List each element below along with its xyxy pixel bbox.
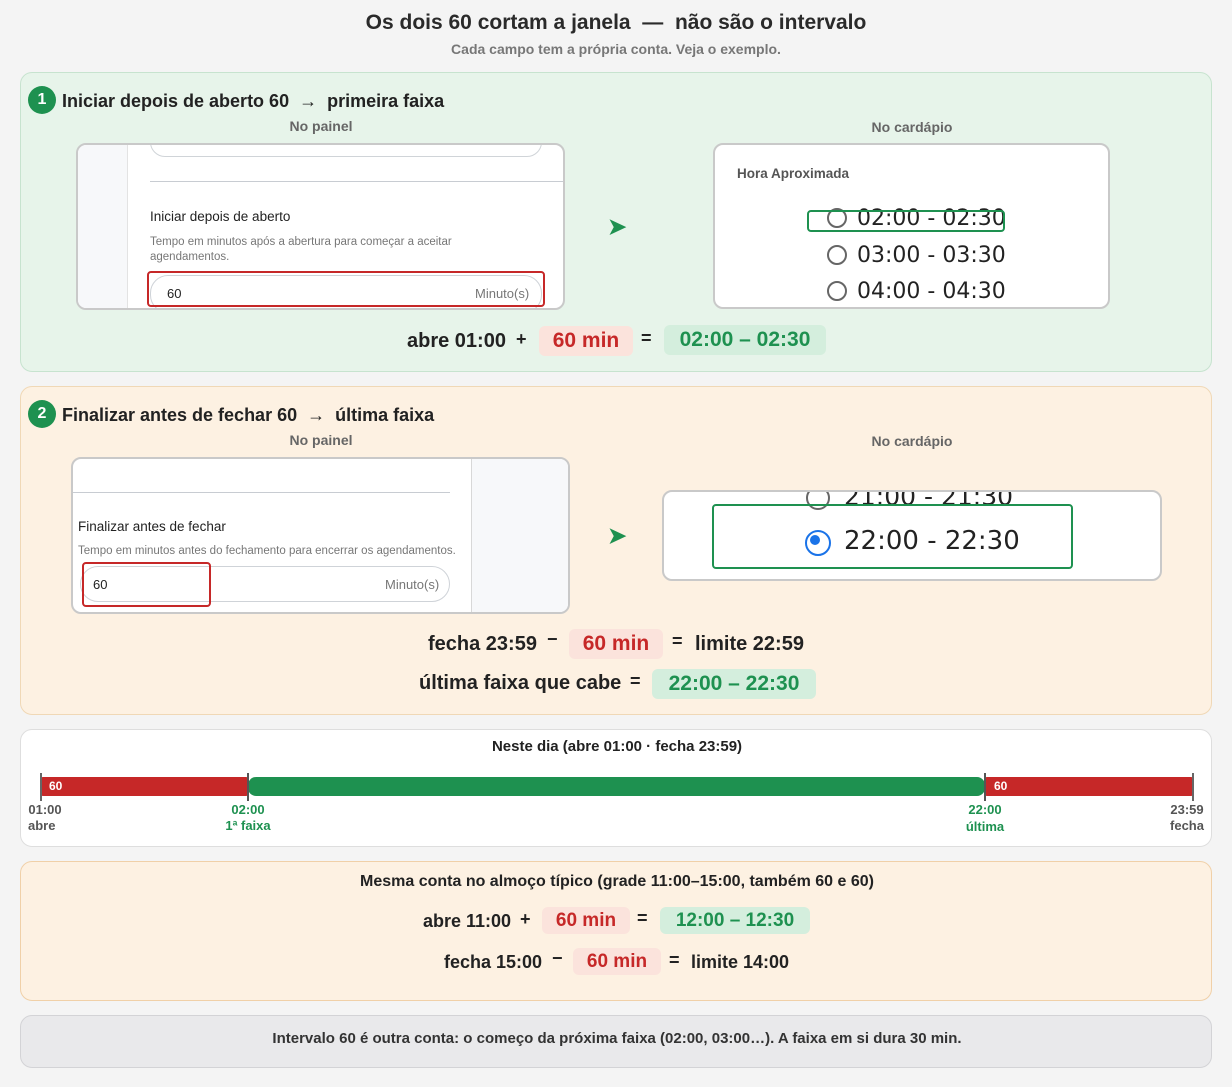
- formula-limit: limite 14:00: [691, 952, 790, 972]
- note-text: Intervalo 60 é outra conta: o começo da …: [272, 1030, 962, 1047]
- tick-label-close: 23:59 fecha: [1163, 802, 1211, 834]
- formula-plus: +: [520, 909, 531, 929]
- tick-label-last: 22:00 última: [951, 802, 1019, 835]
- formula-close: fecha 23:59: [428, 633, 537, 655]
- formula-last-slot: última faixa que cabe: [419, 672, 622, 694]
- tick-caption: última: [965, 819, 1005, 834]
- slot-radio[interactable]: [827, 281, 847, 301]
- result-pill: 12:00 – 12:30: [660, 907, 810, 934]
- input-highlight: [82, 562, 211, 607]
- tick-open: [40, 773, 42, 801]
- section-title: Iniciar depois de aberto 60 → primeira f…: [62, 91, 445, 111]
- input-highlight: [147, 271, 545, 307]
- start-offset-block: [41, 777, 248, 796]
- formula-minus: −: [547, 629, 558, 649]
- slot-label: 03:00 - 03:30: [857, 243, 1006, 268]
- result-pill: 02:00 – 02:30: [664, 325, 826, 355]
- minutes-unit: Minuto(s): [385, 577, 440, 592]
- tick-time: 02:00: [231, 802, 265, 817]
- panel-column-label: No painel: [289, 118, 353, 134]
- tick-label-first: 02:00 1ª faixa: [214, 802, 282, 834]
- tick-label-open: 01:00 abre: [21, 802, 69, 834]
- tick-time: 01:00: [28, 802, 62, 817]
- formula-open: abre 01:00: [407, 330, 506, 352]
- page-subtitle: Cada campo tem a própria conta. Veja o e…: [451, 41, 781, 57]
- minutes-pill: 60 min: [569, 629, 663, 659]
- step-badge-2: 2: [28, 400, 56, 428]
- end-offset-label: 60: [994, 779, 1008, 793]
- slot-label: 04:00 - 04:30: [857, 279, 1006, 304]
- slot-radio[interactable]: [827, 245, 847, 265]
- formula-limit: limite 22:59: [695, 633, 804, 655]
- tick-time: 23:59: [1170, 802, 1204, 817]
- arrow-icon: ➤: [608, 214, 627, 239]
- formula-minus: −: [552, 948, 563, 968]
- minutes-pill: 60 min: [542, 907, 630, 934]
- step-badge-1: 1: [28, 86, 56, 114]
- lunch-example: Mesma conta no almoço típico (grade 11:0…: [20, 861, 1212, 1001]
- formula-open: abre 11:00: [423, 911, 512, 931]
- panel-right-rail: [471, 459, 568, 612]
- tick-last-slot: [984, 773, 986, 801]
- tick-time: 22:00: [968, 802, 1002, 817]
- section-start-offset: 1 Iniciar depois de aberto 60 → primeira…: [20, 72, 1212, 372]
- field-label: Finalizar antes de fechar: [78, 519, 226, 534]
- interval-note: Intervalo 60 é outra conta: o começo da …: [20, 1015, 1212, 1068]
- formula-equals: =: [669, 950, 680, 970]
- bookable-window-block: [248, 777, 985, 796]
- start-offset-label: 60: [49, 779, 63, 793]
- formula-equals: =: [630, 671, 641, 691]
- section-end-offset: 2 Finalizar antes de fechar 60 → última …: [20, 386, 1212, 715]
- end-offset-block: [985, 777, 1193, 796]
- menu-column-label: No cardápio: [871, 433, 953, 449]
- timeline-title: Neste dia (abre 01:00 · fecha 23:59): [491, 738, 743, 755]
- lunch-title: Mesma conta no almoço típico (grade 11:0…: [360, 873, 874, 890]
- panel-sidebar: [78, 145, 128, 308]
- tick-close: [1192, 773, 1194, 801]
- last-slot-highlight: [712, 504, 1073, 569]
- section-title: Finalizar antes de fechar 60 → última fa…: [62, 405, 435, 425]
- menu-heading: Hora Aproximada: [737, 166, 850, 181]
- formula-equals: =: [637, 908, 648, 928]
- day-timeline: Neste dia (abre 01:00 · fecha 23:59) 60 …: [20, 729, 1212, 847]
- formula-close: fecha 15:00: [444, 952, 543, 972]
- field-label: Iniciar depois de aberto: [150, 209, 291, 224]
- menu-column-label: No cardápio: [871, 119, 953, 135]
- formula-equals: =: [672, 631, 683, 651]
- field-help-text: Tempo em minutos antes do fechamento par…: [78, 545, 456, 557]
- tick-caption: fecha: [1170, 818, 1204, 833]
- first-slot-highlight: [807, 210, 1005, 232]
- minutes-pill: 60 min: [573, 948, 661, 975]
- page-title: Os dois 60 cortam a janela — não são o i…: [365, 11, 867, 34]
- arrow-icon: ➤: [608, 523, 627, 548]
- formula-equals: =: [641, 328, 652, 348]
- formula-plus: +: [516, 329, 527, 349]
- previous-input: [150, 145, 542, 157]
- minutes-pill: 60 min: [539, 326, 633, 356]
- panel-column-label: No painel: [289, 432, 353, 448]
- tick-caption: 1ª faixa: [225, 818, 271, 833]
- divider: [150, 181, 563, 182]
- result-pill: 22:00 – 22:30: [652, 669, 816, 699]
- tick-caption: abre: [28, 818, 56, 833]
- divider: [73, 492, 450, 493]
- tick-first-slot: [247, 773, 249, 801]
- field-help-text: Tempo em minutos após a abertura para co…: [150, 236, 452, 263]
